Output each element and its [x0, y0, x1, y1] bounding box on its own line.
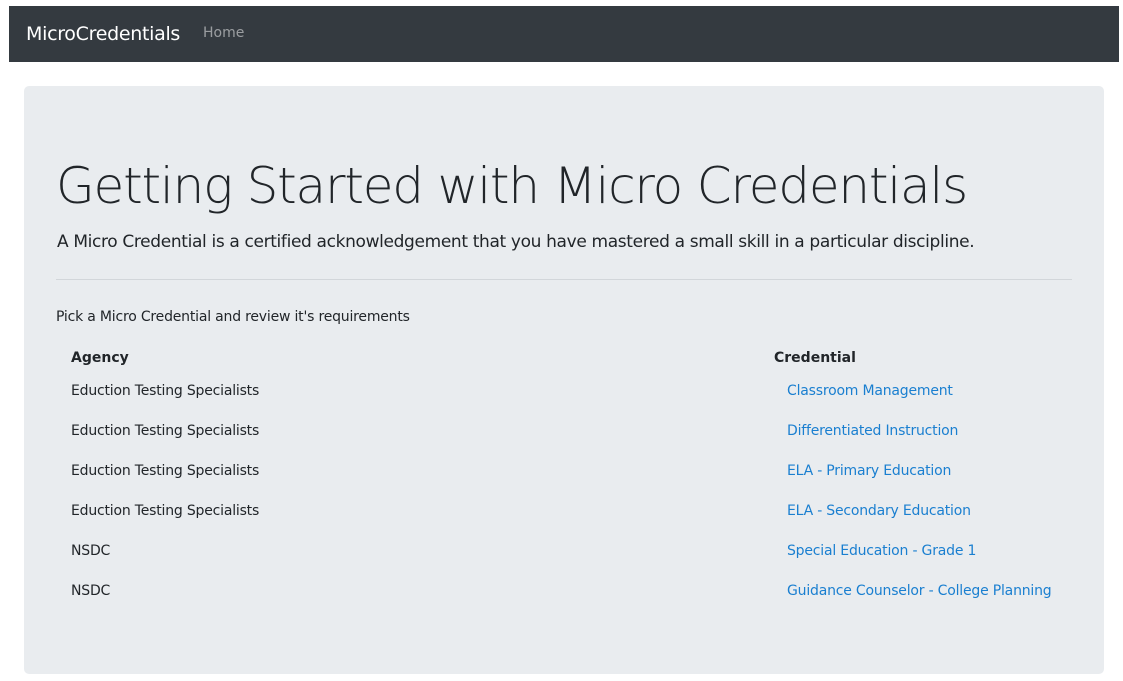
column-header-credential: Credential [774, 350, 856, 366]
table-row: NSDC Guidance Counselor - College Planni… [24, 581, 1104, 621]
table-row: Eduction Testing Specialists Classroom M… [24, 381, 1104, 421]
credential-link[interactable]: Classroom Management [787, 381, 953, 401]
credential-link[interactable]: ELA - Primary Education [787, 461, 951, 481]
jumbotron: Getting Started with Micro Credentials A… [24, 86, 1104, 674]
credential-link[interactable]: Differentiated Instruction [787, 421, 958, 441]
agency-cell: NSDC [71, 583, 111, 599]
column-header-agency: Agency [71, 350, 129, 366]
agency-cell: Eduction Testing Specialists [71, 383, 260, 399]
agency-cell: Eduction Testing Specialists [71, 503, 260, 519]
agency-cell: Eduction Testing Specialists [71, 463, 260, 479]
table-row: NSDC Special Education - Grade 1 [24, 541, 1104, 581]
nav-link-home[interactable]: Home [203, 25, 244, 41]
lead-text: A Micro Credential is a certified acknow… [57, 232, 975, 252]
page-title: Getting Started with Micro Credentials [56, 157, 968, 215]
top-navbar: MicroCredentials Home [9, 6, 1119, 62]
intro-text: Pick a Micro Credential and review it's … [56, 309, 410, 325]
agency-cell: Eduction Testing Specialists [71, 423, 260, 439]
brand-link[interactable]: MicroCredentials [26, 23, 180, 45]
table-row: Eduction Testing Specialists ELA - Secon… [24, 501, 1104, 541]
table-row: Eduction Testing Specialists Differentia… [24, 421, 1104, 461]
table-row: Eduction Testing Specialists ELA - Prima… [24, 461, 1104, 501]
divider [56, 279, 1072, 280]
credential-link[interactable]: Special Education - Grade 1 [787, 541, 976, 561]
agency-cell: NSDC [71, 543, 111, 559]
credential-link[interactable]: ELA - Secondary Education [787, 501, 971, 521]
credential-link[interactable]: Guidance Counselor - College Planning [787, 581, 1052, 601]
